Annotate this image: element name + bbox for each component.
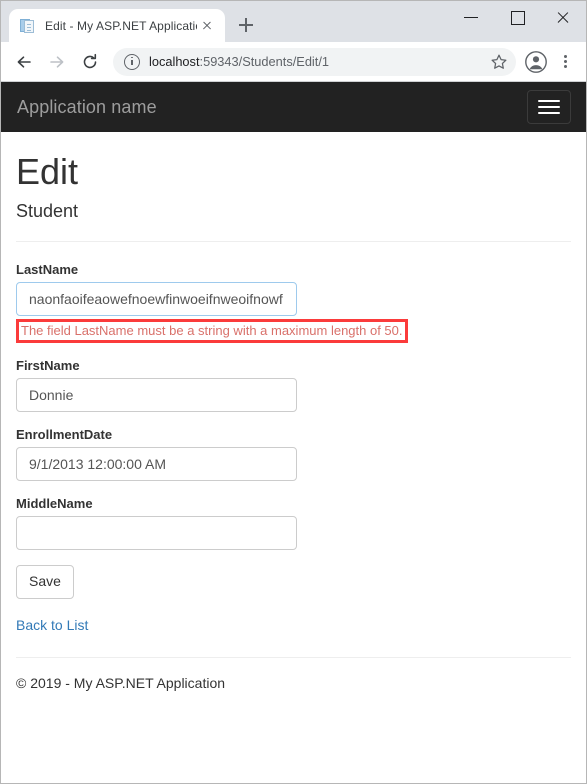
document-icon [20, 18, 36, 34]
page-container: Edit Student LastName The field LastName… [1, 152, 586, 691]
browser-toolbar: localhost:59343/Students/Edit/1 [1, 42, 586, 82]
maximize-icon[interactable] [494, 1, 540, 33]
address-bar[interactable]: localhost:59343/Students/Edit/1 [113, 47, 516, 76]
page-title: Edit [16, 151, 79, 192]
minimize-icon[interactable] [448, 1, 494, 33]
tab-title: Edit - My ASP.NET Application [45, 18, 197, 33]
save-button[interactable]: Save [16, 565, 74, 600]
form-group-lastname: LastName The field LastName must be a st… [16, 262, 571, 344]
form-group-firstname: FirstName [16, 358, 571, 413]
input-firstname[interactable] [16, 378, 297, 413]
input-enrollmentdate[interactable] [16, 447, 297, 482]
page-subtitle: Student [16, 200, 79, 221]
account-avatar-icon[interactable] [522, 48, 550, 76]
forward-arrow-icon [42, 47, 72, 77]
form-group-enrollmentdate: EnrollmentDate [16, 427, 571, 482]
input-lastname[interactable] [16, 282, 297, 317]
kebab-menu-icon[interactable] [552, 48, 578, 76]
hamburger-icon[interactable] [527, 90, 571, 124]
browser-titlebar: Edit - My ASP.NET Application [1, 1, 586, 42]
divider [16, 241, 571, 243]
back-to-list-link[interactable]: Back to List [16, 617, 88, 633]
label-enrollmentdate: EnrollmentDate [16, 427, 113, 443]
reload-icon[interactable] [75, 47, 105, 77]
page-viewport: Application name Edit Student LastName T… [1, 82, 586, 783]
star-icon[interactable] [486, 49, 512, 75]
browser-tab[interactable]: Edit - My ASP.NET Application [9, 9, 225, 42]
url-host: localhost [149, 54, 200, 69]
window-close-icon[interactable] [540, 1, 586, 33]
browser-window: Edit - My ASP.NET Application localhost:… [0, 0, 587, 784]
input-middlename[interactable] [16, 516, 297, 551]
label-lastname: LastName [16, 262, 79, 278]
back-arrow-icon[interactable] [9, 47, 39, 77]
footer-text: © 2019 - My ASP.NET Application [16, 675, 226, 692]
site-navbar: Application name [1, 82, 586, 132]
validation-error-lastname: The field LastName must be a string with… [16, 319, 408, 344]
label-middlename: MiddleName [16, 496, 93, 512]
tab-close-icon[interactable] [197, 16, 217, 36]
navbar-brand[interactable]: Application name [17, 97, 157, 118]
url-text: localhost:59343/Students/Edit/1 [149, 54, 486, 69]
url-path: :59343/Students/Edit/1 [199, 54, 330, 69]
window-controls [448, 1, 586, 33]
form-group-middlename: MiddleName [16, 496, 571, 551]
new-tab-button[interactable] [232, 11, 260, 39]
label-firstname: FirstName [16, 358, 80, 374]
info-circle-icon[interactable] [124, 53, 140, 70]
